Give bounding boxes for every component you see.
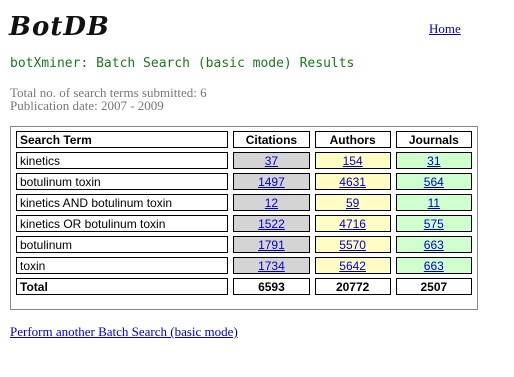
authors-cell: 154 <box>314 152 391 169</box>
citations-cell: 1734 <box>233 257 310 274</box>
header-authors: Authors <box>314 131 391 148</box>
authors-link[interactable]: 4631 <box>339 175 366 189</box>
table-row: botulinum 1791 5570 663 <box>16 236 472 253</box>
journals-cell: 663 <box>395 236 472 253</box>
authors-cell: 4631 <box>314 173 391 190</box>
search-term-cell: botulinum toxin <box>16 173 229 190</box>
journals-cell: 11 <box>395 194 472 211</box>
journals-link[interactable]: 663 <box>424 259 444 273</box>
page-title: botXminer: Batch Search (basic mode) Res… <box>10 56 355 71</box>
journals-cell: 31 <box>395 152 472 169</box>
results-panel: Search Term Citations Authors Journals k… <box>10 126 478 310</box>
total-journals: 2507 <box>395 278 472 295</box>
header-citations: Citations <box>233 131 310 148</box>
journals-link[interactable]: 663 <box>424 238 444 252</box>
citations-cell: 37 <box>233 152 310 169</box>
citations-cell: 1791 <box>233 236 310 253</box>
another-batch-search-link[interactable]: Perform another Batch Search (basic mode… <box>10 324 238 340</box>
table-row: kinetics OR botulinum toxin 1522 4716 57… <box>16 215 472 232</box>
authors-link[interactable]: 59 <box>346 196 359 210</box>
search-term-cell: kinetics <box>16 152 229 169</box>
search-term-cell: toxin <box>16 257 229 274</box>
total-authors: 20772 <box>314 278 391 295</box>
journals-link[interactable]: 31 <box>427 154 440 168</box>
total-citations: 6593 <box>233 278 310 295</box>
authors-link[interactable]: 5642 <box>339 259 366 273</box>
table-row: kinetics 37 154 31 <box>16 152 472 169</box>
total-label: Total <box>16 278 229 295</box>
search-term-cell: botulinum <box>16 236 229 253</box>
citations-cell: 1497 <box>233 173 310 190</box>
journals-link[interactable]: 11 <box>428 196 440 210</box>
authors-link[interactable]: 4716 <box>339 217 366 231</box>
table-row: kinetics AND botulinum toxin 12 59 11 <box>16 194 472 211</box>
publication-date-text: Publication date: 2007 - 2009 <box>10 98 164 113</box>
table-row: toxin 1734 5642 663 <box>16 257 472 274</box>
journals-link[interactable]: 575 <box>424 217 444 231</box>
search-summary: Total no. of search terms submitted: 6 P… <box>10 86 207 112</box>
search-term-cell: kinetics AND botulinum toxin <box>16 194 229 211</box>
citations-link[interactable]: 1791 <box>258 238 285 252</box>
journals-cell: 663 <box>395 257 472 274</box>
home-link[interactable]: Home <box>429 21 461 37</box>
table-header-row: Search Term Citations Authors Journals <box>16 131 472 148</box>
citations-link[interactable]: 1522 <box>258 217 285 231</box>
journals-cell: 564 <box>395 173 472 190</box>
journals-link[interactable]: 564 <box>424 175 444 189</box>
citations-link[interactable]: 12 <box>265 196 278 210</box>
citations-link[interactable]: 1734 <box>258 259 285 273</box>
authors-cell: 5642 <box>314 257 391 274</box>
citations-cell: 1522 <box>233 215 310 232</box>
journals-cell: 575 <box>395 215 472 232</box>
authors-link[interactable]: 5570 <box>339 238 366 252</box>
header-search-term: Search Term <box>16 131 229 148</box>
botdb-logo: BotDB <box>9 12 110 42</box>
authors-cell: 59 <box>314 194 391 211</box>
search-term-cell: kinetics OR botulinum toxin <box>16 215 229 232</box>
table-row: botulinum toxin 1497 4631 564 <box>16 173 472 190</box>
citations-link[interactable]: 37 <box>265 154 278 168</box>
results-table: Search Term Citations Authors Journals k… <box>11 127 477 299</box>
header-journals: Journals <box>395 131 472 148</box>
authors-link[interactable]: 154 <box>343 154 363 168</box>
authors-cell: 5570 <box>314 236 391 253</box>
authors-cell: 4716 <box>314 215 391 232</box>
citations-link[interactable]: 1497 <box>258 175 285 189</box>
citations-cell: 12 <box>233 194 310 211</box>
total-row: Total 6593 20772 2507 <box>16 278 472 295</box>
